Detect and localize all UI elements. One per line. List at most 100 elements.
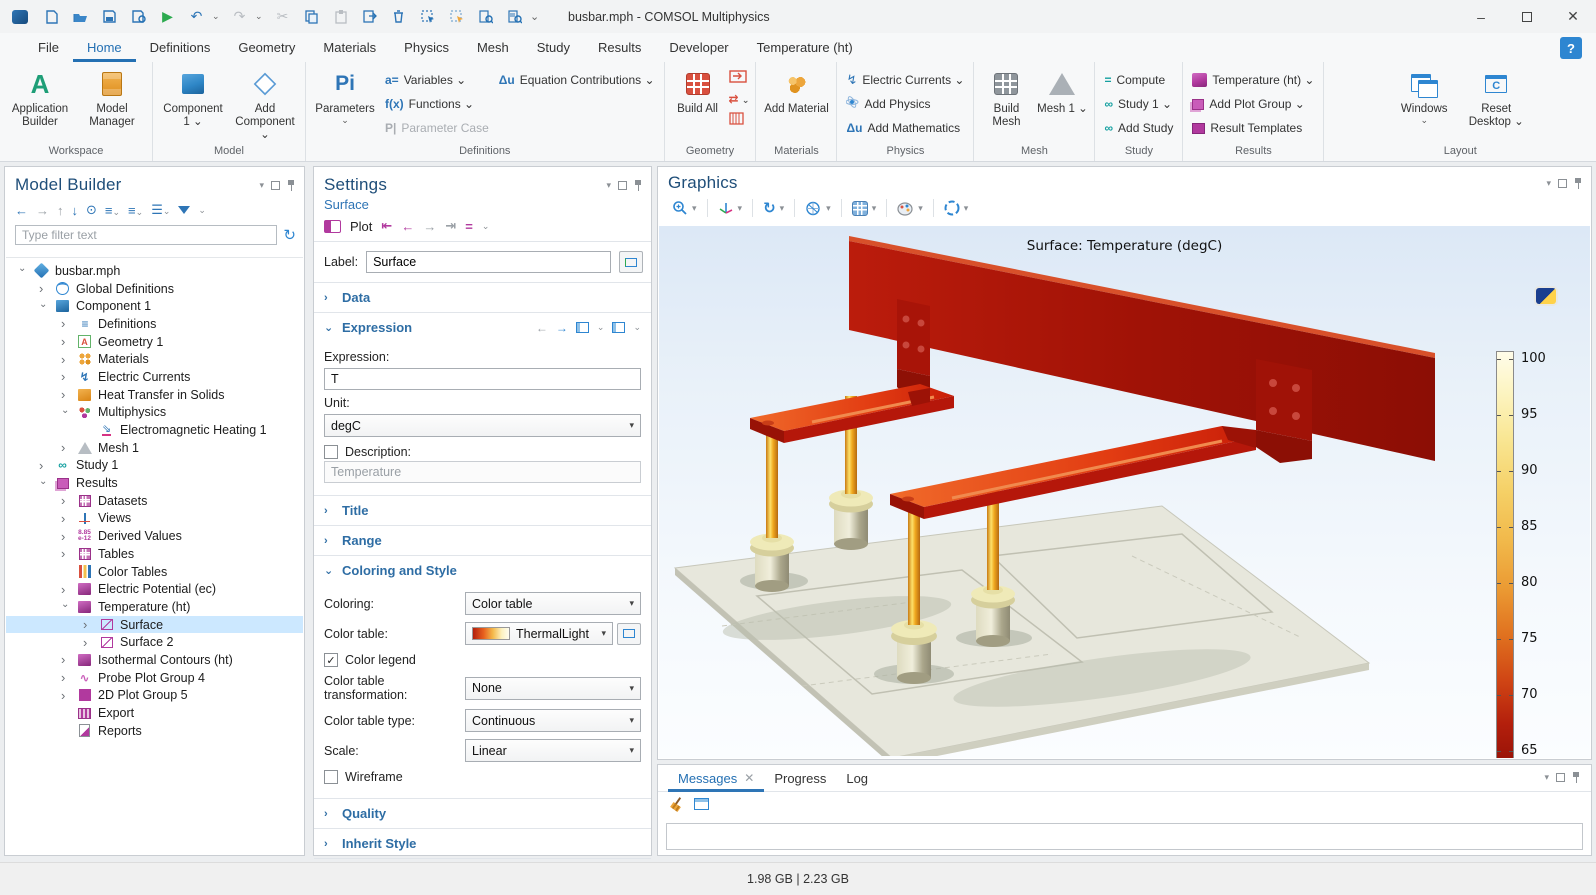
add-physics-button[interactable]: Add Physics xyxy=(843,94,967,114)
pin-panel-icon[interactable] xyxy=(1574,178,1583,189)
tree-item-isothermal-contours[interactable]: Isothermal Contours (ht) xyxy=(6,651,303,669)
tree-item-definitions[interactable]: ≡Definitions xyxy=(6,315,303,333)
undo-chevron-icon[interactable]: ⌄ xyxy=(212,11,224,22)
add-plot-group-button[interactable]: Add Plot Group ⌄ xyxy=(1189,94,1317,114)
menu-study[interactable]: Study xyxy=(523,33,584,62)
reset-desktop-button[interactable]: C Reset Desktop ⌄ xyxy=(1462,66,1530,129)
menu-materials[interactable]: Materials xyxy=(309,33,390,62)
transform-combobox[interactable]: None▾ xyxy=(465,677,641,700)
menu-physics[interactable]: Physics xyxy=(390,33,463,62)
tree-item-multiphysics[interactable]: Multiphysics xyxy=(6,404,303,422)
menu-file[interactable]: File xyxy=(24,33,73,62)
expander-icon[interactable] xyxy=(61,352,77,367)
graphics-canvas[interactable]: Surface: Temperature (degC) xyxy=(659,226,1590,758)
plot-previous-icon[interactable]: ← xyxy=(401,219,414,234)
zoom-tool[interactable]: ▾ xyxy=(668,198,701,218)
update-geometry-icon[interactable]: ⇄ ⌄ xyxy=(729,92,750,106)
tree-item-export[interactable]: Export xyxy=(6,704,303,722)
expander-icon[interactable] xyxy=(18,265,34,276)
plot-button[interactable]: Plot xyxy=(350,219,372,234)
scene-light-tool[interactable]: ▾ xyxy=(801,199,835,218)
float-panel-icon[interactable] xyxy=(1556,773,1565,782)
study-1-button[interactable]: ∞ Study 1 ⌄ xyxy=(1101,94,1176,114)
tree-item-component-1[interactable]: Component 1 xyxy=(6,297,303,315)
tree-item-derived-values[interactable]: 8.85e-12Derived Values xyxy=(6,527,303,545)
show-icon[interactable]: ⊙ xyxy=(86,202,97,218)
collapse-all-icon[interactable]: ≡⌄ xyxy=(105,203,120,218)
color-table-type-combobox[interactable]: Continuous▾ xyxy=(465,709,641,732)
expander-icon[interactable] xyxy=(61,688,77,703)
message-log-icon[interactable] xyxy=(694,798,709,810)
move-down-icon[interactable]: ↓ xyxy=(72,203,79,218)
find-icon[interactable] xyxy=(472,5,499,29)
panel-menu-icon[interactable]: ▾ xyxy=(1546,178,1551,189)
messages-content[interactable] xyxy=(666,823,1583,850)
copy-icon[interactable] xyxy=(298,5,325,29)
unit-combobox[interactable]: degC ▾ xyxy=(324,414,641,437)
color-legend-checkbox[interactable]: ✓ xyxy=(324,653,338,667)
plot-last-icon[interactable]: ⇥ xyxy=(445,218,456,234)
save-icon[interactable] xyxy=(96,5,123,29)
expander-icon[interactable] xyxy=(61,529,77,544)
delete-icon[interactable] xyxy=(385,5,412,29)
undo-icon[interactable]: ↶ xyxy=(183,5,210,29)
tree-filter-input[interactable] xyxy=(15,225,277,245)
label-input[interactable] xyxy=(366,251,611,273)
tree-item-reports[interactable]: Reports xyxy=(6,722,303,740)
electric-currents-button[interactable]: ↯ Electric Currents ⌄ xyxy=(843,70,967,90)
tree-item-probe-plot-group-4[interactable]: ∿Probe Plot Group 4 xyxy=(6,669,303,687)
section-title-header[interactable]: › Title xyxy=(314,496,651,525)
tree-item-results[interactable]: Results xyxy=(6,474,303,492)
redo-chevron-icon[interactable]: ⌄ xyxy=(255,11,267,22)
duplicate-icon[interactable] xyxy=(356,5,383,29)
open-color-table-button[interactable] xyxy=(617,623,641,645)
plot-window-icon[interactable] xyxy=(1536,288,1556,304)
tree-item-color-tables[interactable]: Color Tables xyxy=(6,563,303,581)
redo-icon[interactable]: ↷ xyxy=(226,5,253,29)
coloring-combobox[interactable]: Color table▾ xyxy=(465,592,641,615)
float-panel-icon[interactable] xyxy=(271,181,280,190)
variables-button[interactable]: a= Variables ⌄ xyxy=(382,70,492,90)
application-builder-button[interactable]: A Application Builder xyxy=(6,66,74,129)
back-icon[interactable]: ← xyxy=(15,203,28,218)
expander-icon[interactable] xyxy=(83,635,99,650)
minimize-button[interactable]: – xyxy=(1458,0,1504,33)
menu-mesh[interactable]: Mesh xyxy=(463,33,523,62)
split-view-icon[interactable] xyxy=(576,322,589,333)
menu-geometry[interactable]: Geometry xyxy=(224,33,309,62)
pin-panel-icon[interactable] xyxy=(634,180,643,191)
rotate-tool[interactable]: ↻ ▾ xyxy=(759,197,788,219)
expander-icon[interactable] xyxy=(61,511,77,526)
float-panel-icon[interactable] xyxy=(618,181,627,190)
expander-icon[interactable] xyxy=(61,546,77,561)
mesh-1-button[interactable]: Mesh 1 ⌄ xyxy=(1036,66,1088,116)
tree-item-datasets[interactable]: Datasets xyxy=(6,492,303,510)
expr-back-icon[interactable]: ← xyxy=(536,321,548,335)
tree-item-global-definitions[interactable]: Global Definitions xyxy=(6,280,303,298)
float-panel-icon[interactable] xyxy=(1558,179,1567,188)
panel-menu-icon[interactable]: ▾ xyxy=(259,180,264,191)
expander-icon[interactable] xyxy=(61,601,77,612)
pin-panel-icon[interactable] xyxy=(1572,772,1581,783)
description-checkbox[interactable] xyxy=(324,445,338,459)
add-study-button[interactable]: ∞ Add Study xyxy=(1101,118,1176,138)
tab-progress[interactable]: Progress xyxy=(764,765,836,792)
import-geometry-icon[interactable] xyxy=(729,70,750,86)
expander-icon[interactable] xyxy=(61,493,77,508)
select-box-icon[interactable] xyxy=(414,5,441,29)
expander-icon[interactable] xyxy=(61,369,77,384)
section-expression-header[interactable]: ⌄ Expression ← → ⌄ ⌄ xyxy=(314,313,651,342)
expander-icon[interactable] xyxy=(61,387,77,402)
plot-next-icon[interactable]: → xyxy=(423,219,436,234)
tree-item-busbar[interactable]: busbar.mph xyxy=(6,262,303,280)
color-table-combobox[interactable]: ThermalLight▾ xyxy=(465,622,613,645)
section-coloring-header[interactable]: ⌄ Coloring and Style xyxy=(314,556,651,585)
menu-developer[interactable]: Developer xyxy=(655,33,742,62)
help-button[interactable]: ? xyxy=(1560,37,1582,59)
maximize-button[interactable] xyxy=(1504,0,1550,33)
scale-combobox[interactable]: Linear▾ xyxy=(465,739,641,762)
expand-all-icon[interactable]: ≡⌄ xyxy=(128,203,143,218)
clear-messages-icon[interactable] xyxy=(670,797,684,811)
tree-item-materials[interactable]: Materials xyxy=(6,350,303,368)
parameters-button[interactable]: Pi Parameters ⌄ xyxy=(312,66,378,125)
